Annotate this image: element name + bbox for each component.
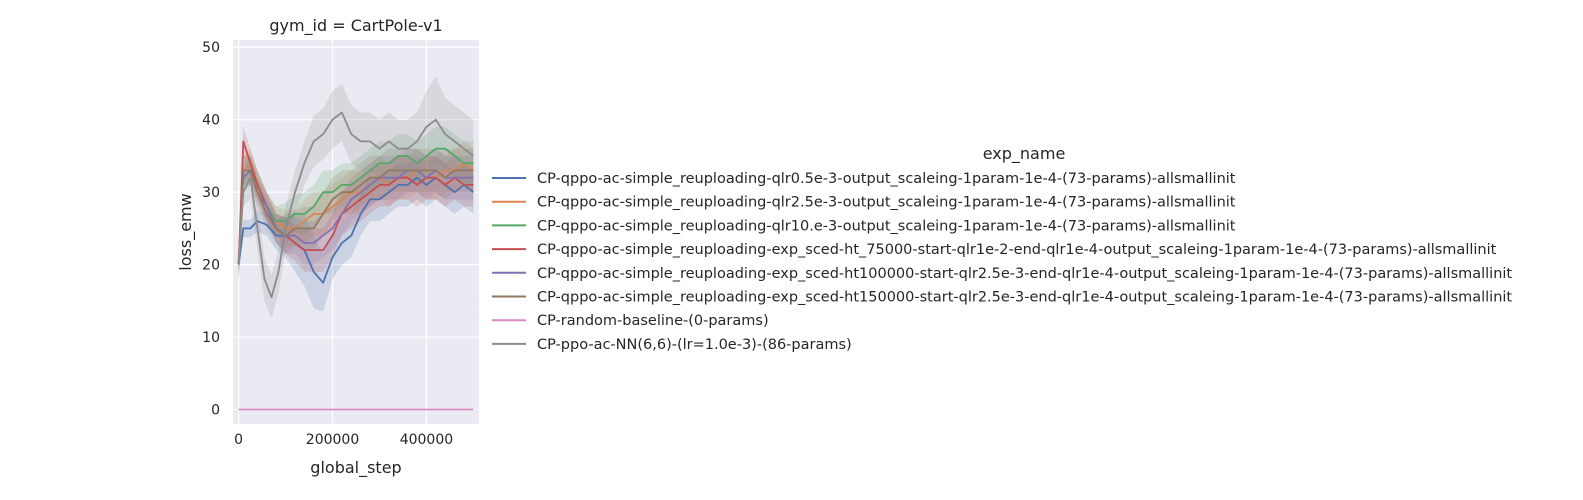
legend-entry-3: CP-qppo-ac-simple_reuploading-qlr10.e-3-… (537, 218, 1236, 234)
x-axis-label: global_step (310, 458, 401, 478)
x-tick-label: 0 (234, 432, 243, 448)
legend-entry-2: CP-qppo-ac-simple_reuploading-qlr2.5e-3-… (537, 195, 1236, 211)
legend-entry-6: CP-qppo-ac-simple_reuploading-exp_sced-h… (537, 290, 1512, 306)
chart: gym_id = CartPole-v1 0 200000 400000 0 10 20… (176, 16, 1512, 478)
x-tick-label: 200000 (306, 432, 359, 448)
y-tick-label: 50 (202, 40, 220, 56)
x-axis-ticks: 0 200000 400000 (234, 432, 453, 448)
y-axis-ticks: 0 10 20 30 40 50 (202, 40, 220, 418)
y-tick-label: 0 (211, 403, 220, 419)
y-tick-label: 40 (202, 113, 220, 129)
legend-title: exp_name (983, 144, 1066, 164)
legend-entry-7: CP-random-baseline-(0-params) (537, 313, 769, 329)
legend-entry-5: CP-qppo-ac-simple_reuploading-exp_sced-h… (537, 266, 1512, 282)
x-tick-label: 400000 (400, 432, 453, 448)
y-tick-label: 30 (202, 185, 220, 201)
y-axis-label: loss_emw (176, 193, 196, 270)
legend-entry-8: CP-ppo-ac-NN(6,6)-(lr=1.0e-3)-(86-params… (537, 337, 852, 353)
chart-title: gym_id = CartPole-v1 (269, 16, 442, 36)
legend-entry-4: CP-qppo-ac-simple_reuploading-exp_sced-h… (537, 242, 1497, 258)
legend: exp_name CP-qppo-ac-simple_reuploading-q… (492, 144, 1512, 353)
legend-entry-1: CP-qppo-ac-simple_reuploading-qlr0.5e-3-… (537, 171, 1236, 187)
y-tick-label: 20 (202, 258, 220, 274)
y-tick-label: 10 (202, 330, 220, 346)
